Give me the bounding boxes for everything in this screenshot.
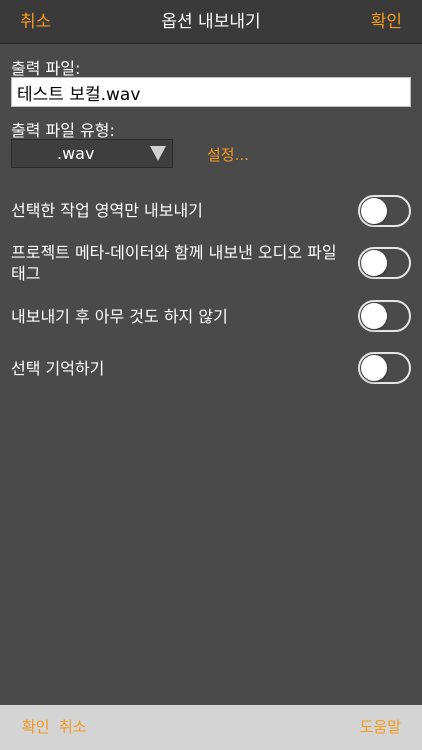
toggle-knob	[361, 198, 387, 224]
option-label: 내보내기 후 아무 것도 하지 않기	[11, 307, 228, 326]
output-type-selected-value: .wav	[57, 144, 95, 163]
confirm-button[interactable]: 확인	[371, 0, 402, 44]
option-label: 프로젝트 메타-데이터와 함께 내보낸 오디오 파일 태그	[11, 243, 337, 283]
help-button[interactable]: 도움말	[360, 705, 401, 750]
triangle-down-icon	[150, 146, 166, 161]
cancel-button[interactable]: 취소	[20, 0, 51, 44]
export-selection-only-toggle[interactable]	[358, 195, 411, 227]
remember-selection-toggle[interactable]	[358, 352, 411, 384]
settings-link[interactable]: 설정...	[207, 144, 249, 165]
toggle-knob	[361, 250, 387, 276]
output-file-input[interactable]	[11, 77, 411, 107]
output-type-select[interactable]: .wav	[11, 139, 173, 168]
do-nothing-after-export-toggle[interactable]	[358, 300, 411, 332]
footer-cancel-button[interactable]: 취소	[59, 705, 87, 750]
footer-confirm-button[interactable]: 확인	[22, 705, 50, 750]
output-file-label: 출력 파일:	[11, 59, 81, 78]
toggle-knob	[361, 303, 387, 329]
option-label: 선택한 작업 영역만 내보내기	[11, 201, 203, 220]
navigation-bar: 취소 옵션 내보내기 확인	[0, 0, 422, 44]
bottom-toolbar: 확인 취소 도움말	[0, 705, 422, 750]
page-title: 옵션 내보내기	[161, 12, 261, 32]
tag-metadata-toggle[interactable]	[358, 247, 411, 279]
toggle-knob	[361, 355, 387, 381]
option-label: 선택 기억하기	[11, 359, 105, 378]
output-type-label: 출력 파일 유형:	[11, 121, 115, 140]
